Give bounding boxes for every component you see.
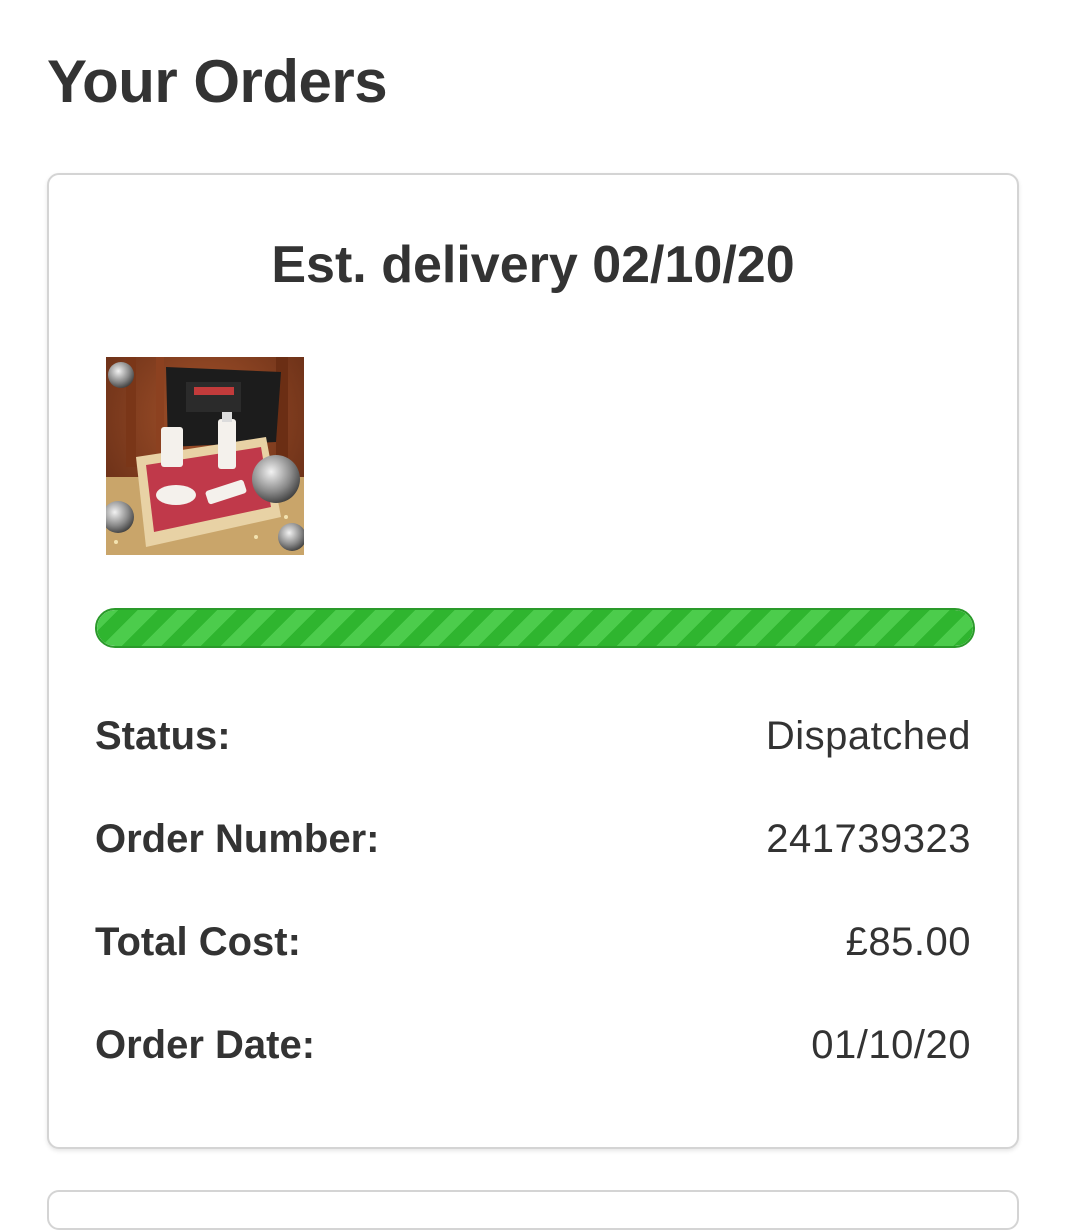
- order-date-row: Order Date: 01/10/20: [95, 994, 971, 1097]
- page-title: Your Orders: [47, 48, 388, 115]
- total-cost-value: £85.00: [845, 920, 971, 964]
- next-order-card[interactable]: [47, 1190, 1019, 1230]
- status-row: Status: Dispatched: [95, 685, 971, 788]
- status-label: Status:: [95, 714, 231, 758]
- order-card[interactable]: Est. delivery 02/10/20 Status: Dispatche…: [47, 173, 1019, 1149]
- total-cost-row: Total Cost: £85.00: [95, 891, 971, 994]
- order-date-label: Order Date:: [95, 1023, 316, 1067]
- delivery-progress-fill: [97, 610, 973, 646]
- delivery-progress-bar: [95, 608, 975, 648]
- product-thumbnail[interactable]: [106, 357, 304, 555]
- product-image: [106, 357, 304, 555]
- total-cost-label: Total Cost:: [95, 920, 301, 964]
- order-number-row: Order Number: 241739323: [95, 788, 971, 891]
- order-number-value: 241739323: [766, 817, 971, 861]
- order-date-value: 01/10/20: [811, 1023, 971, 1067]
- status-value: Dispatched: [765, 714, 971, 758]
- estimated-delivery-heading: Est. delivery 02/10/20: [271, 236, 795, 294]
- order-number-label: Order Number:: [95, 817, 380, 861]
- order-details: Status: Dispatched Order Number: 2417393…: [95, 685, 971, 1097]
